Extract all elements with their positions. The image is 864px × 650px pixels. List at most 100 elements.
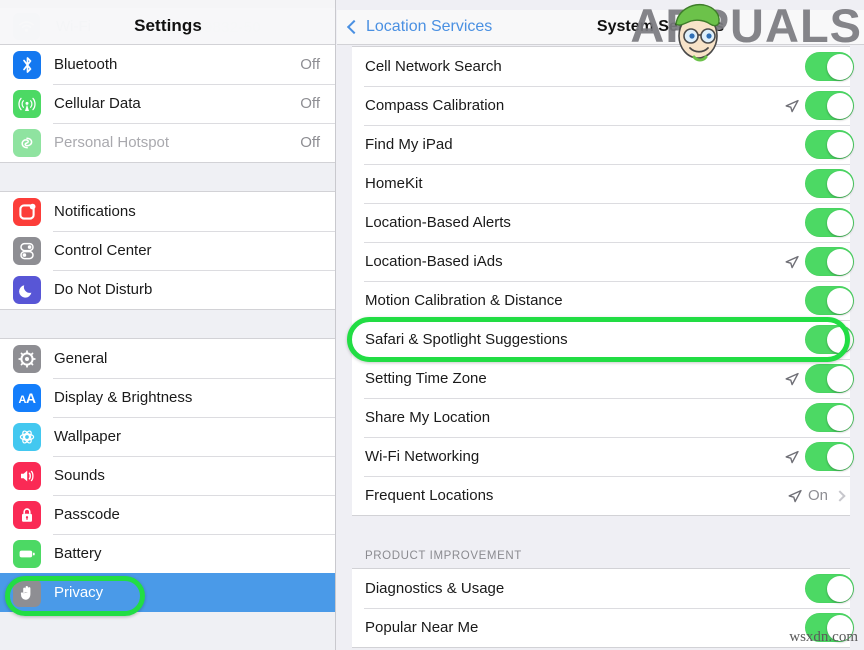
sidebar-item-personal-hotspot[interactable]: Personal Hotspot Off xyxy=(0,123,335,162)
sidebar-item-label: General xyxy=(54,350,108,367)
toggle-knob xyxy=(826,209,853,236)
sidebar-item-label: Passcode xyxy=(54,506,120,523)
moon-icon xyxy=(13,275,41,304)
toggle-switch[interactable] xyxy=(805,403,854,432)
control-center-icon xyxy=(13,236,41,265)
toggle-switch[interactable] xyxy=(805,325,854,354)
display-brightness-icon: AA xyxy=(13,383,41,412)
row-label: Compass Calibration xyxy=(365,97,505,114)
sidebar-item-display-brightness[interactable]: AA Display & Brightness xyxy=(0,378,335,417)
toggle-knob xyxy=(826,365,853,392)
row-label: Popular Near Me xyxy=(365,619,479,636)
hotspot-icon xyxy=(13,128,41,157)
toggle-switch[interactable] xyxy=(805,130,854,159)
sidebar-item-label: Wallpaper xyxy=(54,428,121,445)
sidebar-item-label: Notifications xyxy=(54,203,136,220)
location-arrow-icon xyxy=(785,372,799,386)
toggle-switch[interactable] xyxy=(805,208,854,237)
sidebar-group-system: General AA Display & Brightness Wallpaper So… xyxy=(0,339,335,612)
sidebar-item-sounds[interactable]: Sounds xyxy=(0,456,335,495)
sidebar-list: Bluetooth Off Cellular Data Off Personal Hot… xyxy=(0,45,335,612)
row-label: Frequent Locations xyxy=(365,487,494,504)
row-find-my-ipad[interactable]: Find My iPad xyxy=(352,125,854,164)
detail-section-gap xyxy=(337,516,864,538)
toggle-switch[interactable] xyxy=(805,91,854,120)
toggle-knob xyxy=(826,248,853,275)
chevron-right-icon xyxy=(834,489,846,502)
sidebar-item-label: Do Not Disturb xyxy=(54,281,153,298)
sidebar-item-do-not-disturb[interactable]: Do Not Disturb xyxy=(0,270,335,309)
row-frequent-locations[interactable]: Frequent Locations On xyxy=(352,476,850,515)
row-compass-calibration[interactable]: Compass Calibration xyxy=(352,86,854,125)
location-arrow-icon xyxy=(785,450,799,464)
sidebar-item-battery[interactable]: Battery xyxy=(0,534,335,573)
row-share-my-location[interactable]: Share My Location xyxy=(352,398,854,437)
toggle-knob xyxy=(826,92,853,119)
sidebar-item-passcode[interactable]: Passcode xyxy=(0,495,335,534)
row-label: Motion Calibration & Distance xyxy=(365,292,563,309)
back-button-label: Location Services xyxy=(366,18,493,35)
detail-status-bar xyxy=(337,0,864,10)
toggle-switch[interactable] xyxy=(805,364,854,393)
location-arrow-icon xyxy=(785,255,799,269)
detail-scroll-area[interactable]: Cell Network Search Compass Calibration F… xyxy=(337,46,864,648)
back-button[interactable]: Location Services xyxy=(346,18,493,36)
row-wi-fi-networking[interactable]: Wi-Fi Networking xyxy=(352,437,854,476)
toggle-knob xyxy=(826,575,853,602)
row-location-based-alerts[interactable]: Location-Based Alerts xyxy=(352,203,854,242)
ipad-settings-screen: Wi-Fi 1008209832-50 Settings BluetoothOf… xyxy=(0,0,864,650)
page-title: Settings xyxy=(134,16,202,35)
row-safari-spotlight-suggestions[interactable]: Safari & Spotlight Suggestions xyxy=(352,320,854,359)
sidebar-item-bluetooth[interactable]: Bluetooth Off xyxy=(0,45,335,84)
sidebar-item-wallpaper[interactable]: Wallpaper xyxy=(0,417,335,456)
sidebar-item-label: Cellular Data xyxy=(54,95,141,112)
toggle-knob xyxy=(826,443,853,470)
row-motion-calibration-distance[interactable]: Motion Calibration & Distance xyxy=(352,281,854,320)
system-services-panel: Location Services System Services Cell N… xyxy=(337,0,864,650)
row-label: Location-Based iAds xyxy=(365,253,503,270)
bluetooth-icon xyxy=(13,50,41,79)
toggle-knob xyxy=(826,326,853,353)
sidebar-item-notifications[interactable]: Notifications xyxy=(0,192,335,231)
sidebar-item-general[interactable]: General xyxy=(0,339,335,378)
sidebar-item-value: Off xyxy=(300,56,320,73)
row-label: Wi-Fi Networking xyxy=(365,448,480,465)
detail-section-header: PRODUCT IMPROVEMENT xyxy=(365,550,522,562)
toggle-switch[interactable] xyxy=(805,574,854,603)
wallpaper-icon xyxy=(13,422,41,451)
sidebar-item-label: Battery xyxy=(54,545,102,562)
sidebar-item-value: Off xyxy=(300,134,320,151)
detail-navigation-bar: Location Services System Services xyxy=(337,10,864,45)
toggle-knob xyxy=(826,53,853,80)
row-diagnostics-usage[interactable]: Diagnostics & Usage xyxy=(352,569,854,608)
row-label: Diagnostics & Usage xyxy=(365,580,505,597)
location-arrow-icon xyxy=(785,99,799,113)
sidebar-item-label: Personal Hotspot xyxy=(54,134,170,151)
sidebar-status-bar xyxy=(0,0,335,8)
row-homekit[interactable]: HomeKit xyxy=(352,164,854,203)
row-label: Find My iPad xyxy=(365,136,453,153)
sidebar-item-label: Bluetooth xyxy=(54,56,118,73)
sidebar-item-control-center[interactable]: Control Center xyxy=(0,231,335,270)
sidebar-item-cellular-data[interactable]: Cellular Data Off xyxy=(0,84,335,123)
toggle-switch[interactable] xyxy=(805,442,854,471)
lock-icon xyxy=(13,500,41,529)
toggle-switch[interactable] xyxy=(805,286,854,315)
disclosure-group[interactable]: On xyxy=(808,487,846,504)
toggle-switch[interactable] xyxy=(805,52,854,81)
row-popular-near-me[interactable]: Popular Near Me xyxy=(352,608,854,647)
toggle-switch[interactable] xyxy=(805,247,854,276)
gear-icon xyxy=(13,344,41,373)
row-location-based-iads[interactable]: Location-Based iAds xyxy=(352,242,854,281)
row-cell-network-search[interactable]: Cell Network Search xyxy=(352,47,854,86)
sidebar-item-value: Off xyxy=(300,95,320,112)
row-label: HomeKit xyxy=(365,175,423,192)
sidebar-section-separator xyxy=(0,309,335,339)
sidebar-item-privacy[interactable]: Privacy xyxy=(0,573,335,612)
toggle-switch[interactable] xyxy=(805,169,854,198)
sidebar-group-alerts: Notifications Control Center Do Not Distur… xyxy=(0,192,335,309)
row-setting-time-zone[interactable]: Setting Time Zone xyxy=(352,359,854,398)
battery-icon xyxy=(13,539,41,568)
detail-card: Diagnostics & Usage Popular Near Me xyxy=(352,568,854,648)
cellular-icon xyxy=(13,89,41,118)
